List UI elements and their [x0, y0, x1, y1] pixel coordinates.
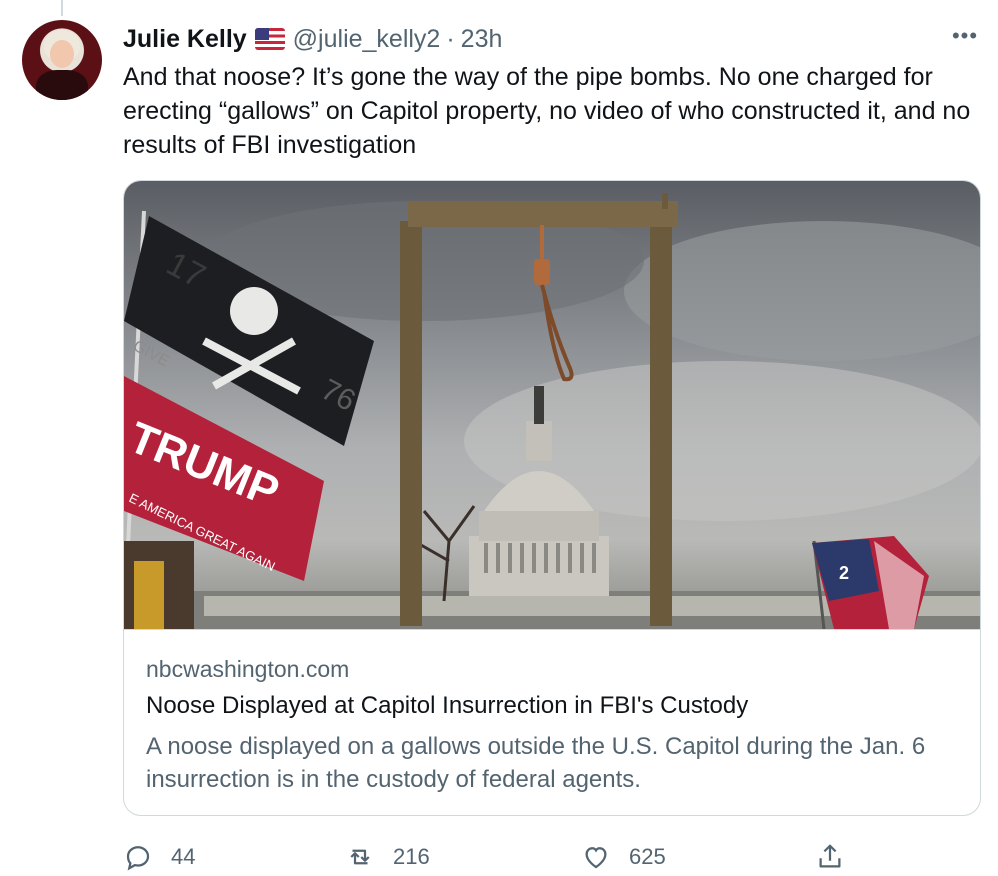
heart-icon [585, 847, 607, 869]
share-button[interactable] [815, 838, 845, 876]
avatar-body [36, 70, 88, 100]
link-card[interactable]: GIVE 76 17 TRUMP E AMERICA GREAT AGAIN 2 [123, 180, 981, 816]
tweet-timestamp[interactable]: 23h [461, 25, 503, 54]
tweet-header: Julie Kelly @julie_kelly2 · 23h [123, 22, 978, 56]
retweet-button[interactable]: 216 [345, 838, 430, 876]
link-card-image[interactable]: GIVE 76 17 TRUMP E AMERICA GREAT AGAIN 2 [124, 181, 980, 629]
tweet-text: And that noose? It’s gone the way of the… [123, 63, 971, 159]
link-card-description: A noose displayed on a gallows outside t… [146, 733, 926, 793]
reply-count: 44 [171, 844, 196, 869]
link-card-body[interactable]: nbcwashington.com Noose Displayed at Cap… [124, 629, 980, 815]
betsy-flag-number: 2 [839, 563, 849, 583]
us-flag-icon [254, 28, 285, 50]
tweet-actions: 44 216 625 [123, 838, 863, 876]
separator-dot: · [446, 24, 455, 53]
reply-icon [126, 846, 150, 871]
author-name[interactable]: Julie Kelly [123, 25, 247, 54]
link-card-title: Noose Displayed at Capitol Insurrection … [146, 692, 749, 719]
more-options-icon[interactable]: ••• [950, 25, 980, 47]
reply-button[interactable]: 44 [123, 838, 195, 876]
avatar-face [50, 40, 74, 68]
thread-connector-line [61, 0, 63, 16]
link-card-domain: nbcwashington.com [146, 656, 350, 682]
share-icon [819, 844, 841, 868]
retweet-count: 216 [393, 844, 430, 869]
capitol-gallows-illustration: GIVE 76 17 TRUMP E AMERICA GREAT AGAIN 2 [124, 193, 980, 629]
avatar[interactable] [22, 20, 102, 100]
bare-tree [413, 505, 476, 602]
retweet-icon [350, 849, 370, 865]
author-handle[interactable]: @julie_kelly2 [293, 25, 441, 54]
like-count: 625 [629, 844, 666, 869]
like-button[interactable]: 625 [581, 838, 666, 876]
